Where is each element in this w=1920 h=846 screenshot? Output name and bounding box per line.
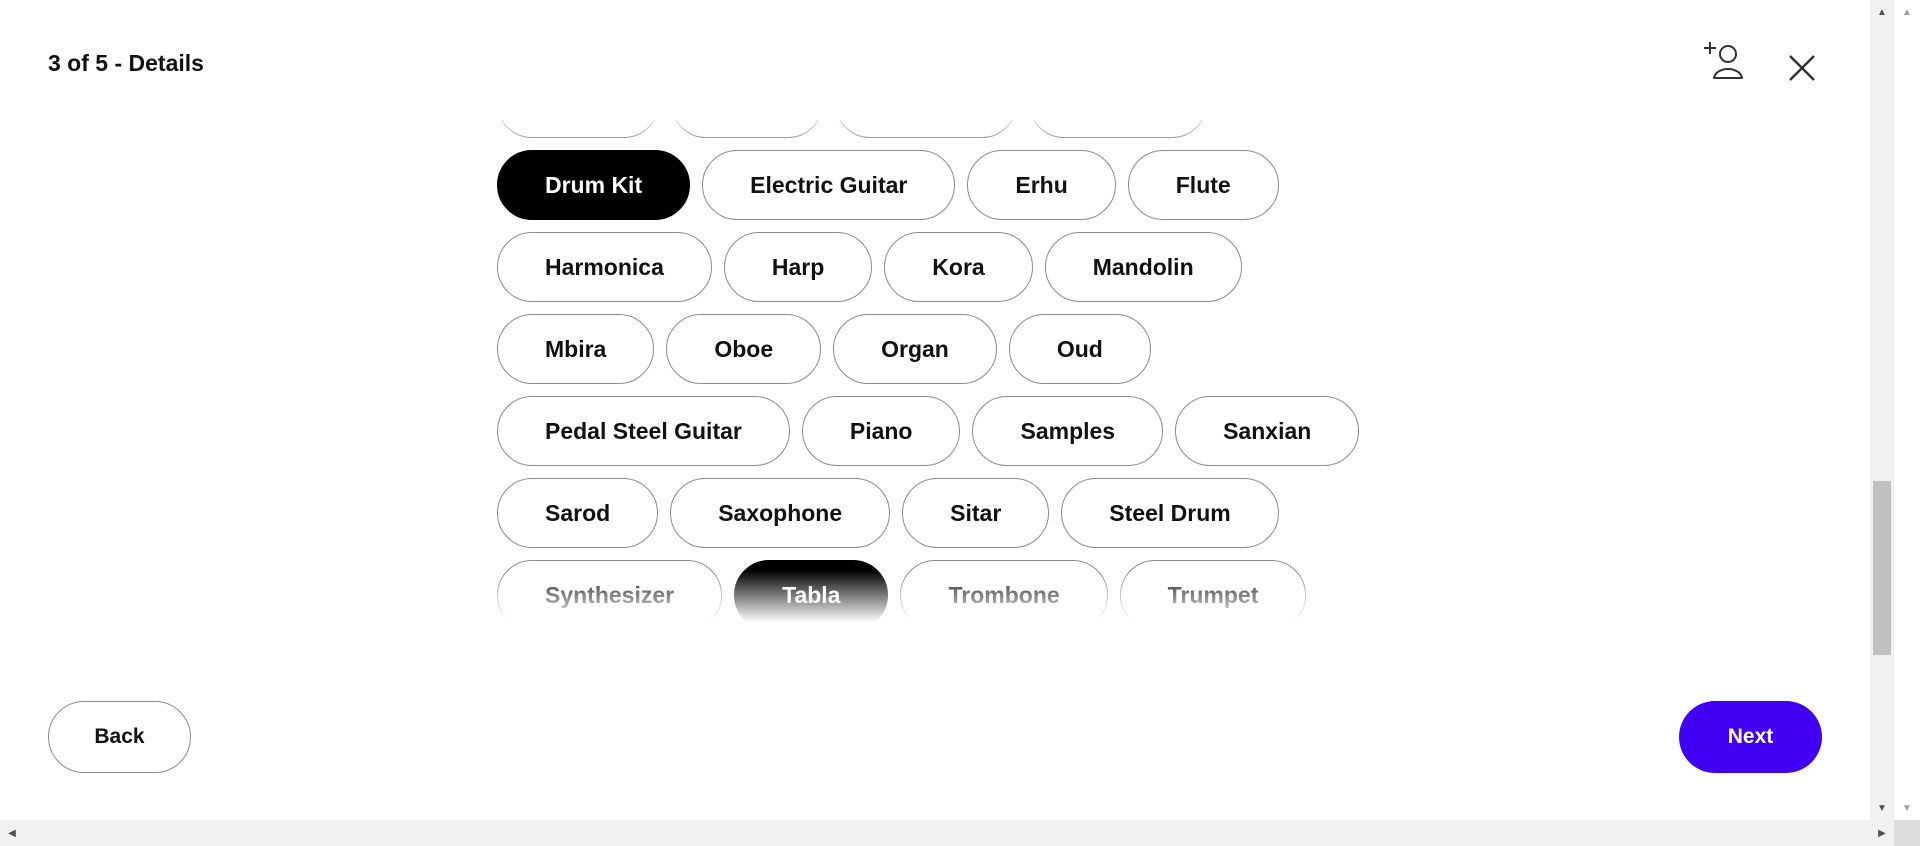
instrument-chip-sitar[interactable]: Sitar [902,478,1050,548]
instrument-chip-sarod[interactable]: Sarod [497,478,659,548]
instrument-chip-harp[interactable]: Harp [723,232,873,302]
close-icon[interactable] [1778,44,1826,92]
horizontal-scrollbar[interactable]: ◀ ▶ [0,820,1894,846]
page-title: 3 of 5 - Details [48,50,204,76]
instrument-chip-kora[interactable]: Kora [884,232,1033,302]
instrument-chip-harmonica[interactable]: Harmonica [497,232,712,302]
vertical-scrollbar[interactable]: ▲ ▼ [1870,0,1894,820]
instrument-chip-oboe[interactable]: Oboe [666,314,822,384]
chip-row: Mbira Oboe Organ Oud [497,314,1397,384]
instrument-chip-flute[interactable]: Flute [1127,150,1279,220]
instrument-chip-erhu[interactable]: Erhu [967,150,1116,220]
instrument-chip-trombone[interactable]: Trombone [900,560,1108,630]
scroll-right-arrow-icon[interactable]: ▶ [1870,820,1894,846]
instrument-chip-saxophone[interactable]: Saxophone [670,478,891,548]
dialog-header: 3 of 5 - Details [0,0,1870,120]
outer-scroll-up-arrow-icon: ▲ [1902,6,1912,18]
chip-row: Synthesizer Tabla Trombone Trumpet [497,560,1397,630]
add-person-icon[interactable] [1704,38,1750,84]
instrument-chip-steel-drum[interactable]: Steel Drum [1061,478,1279,548]
chip-row: Harmonica Harp Kora Mandolin [497,232,1397,302]
next-button[interactable]: Next [1679,701,1822,773]
outer-scrollbar-gutter: ▲ ▼ [1894,0,1920,820]
instrument-chip-sanxian[interactable]: Sanxian [1175,396,1360,466]
scrollbar-corner [1894,820,1920,846]
back-button[interactable]: Back [48,701,191,773]
instrument-chip-samples[interactable]: Samples [972,396,1164,466]
chip-row: Sarod Saxophone Sitar Steel Drum [497,478,1397,548]
instrument-chip-tabla[interactable]: Tabla [734,560,889,630]
instrument-chip-oud[interactable]: Oud [1008,314,1151,384]
instrument-chip-trumpet[interactable]: Trumpet [1119,560,1307,630]
instrument-chip-synthesizer[interactable]: Synthesizer [497,560,723,630]
instrument-chip-mbira[interactable]: Mbira [497,314,655,384]
dialog-footer: Back Next [0,632,1870,820]
chip-row: Pedal Steel Guitar Piano Samples Sanxian [497,396,1397,466]
instrument-chip-pedal-steel-guitar[interactable]: Pedal Steel Guitar [497,396,790,466]
outer-scroll-down-arrow-icon: ▼ [1902,802,1912,814]
instrument-chip-piano[interactable]: Piano [801,396,961,466]
instrument-chip-mandolin[interactable]: Mandolin [1044,232,1242,302]
scroll-up-arrow-icon[interactable]: ▲ [1870,0,1894,24]
chip-row: Drum Kit Electric Guitar Erhu Flute [497,150,1397,220]
vertical-scroll-thumb[interactable] [1873,481,1891,655]
instrument-chip-organ[interactable]: Organ [833,314,997,384]
scroll-left-arrow-icon[interactable]: ◀ [0,820,24,846]
instrument-chip-drum-kit[interactable]: Drum Kit [497,150,691,220]
scroll-down-arrow-icon[interactable]: ▼ [1870,796,1894,820]
instrument-chip-electric-guitar[interactable]: Electric Guitar [702,150,956,220]
instrument-chip-group: Drum Kit Electric Guitar Erhu Flute Harmonic… [497,68,1397,632]
